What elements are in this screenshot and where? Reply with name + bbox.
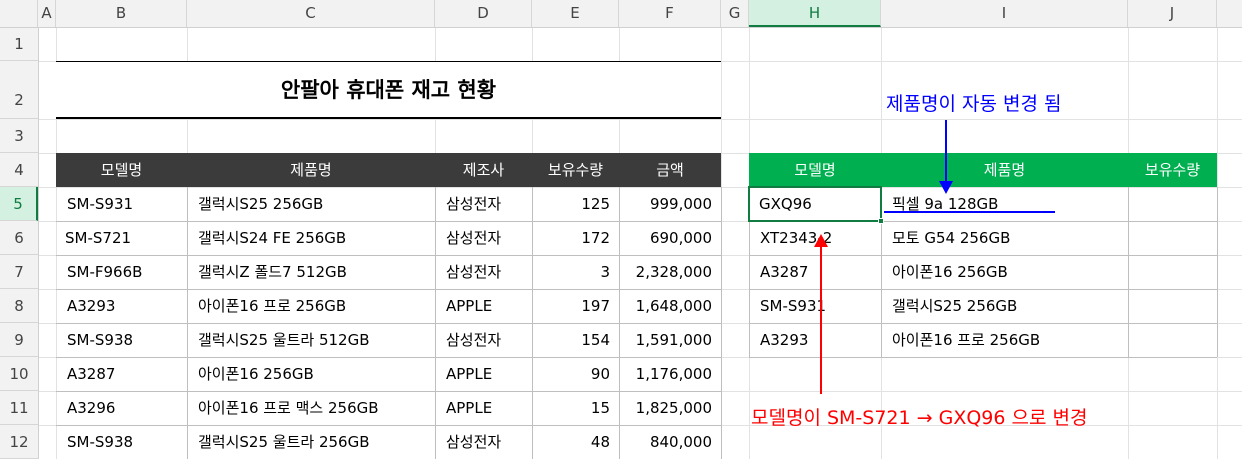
blue-arrow-down-icon bbox=[939, 120, 953, 194]
red-arrow-up-icon bbox=[814, 234, 828, 394]
annotation-arrows bbox=[814, 120, 1055, 394]
